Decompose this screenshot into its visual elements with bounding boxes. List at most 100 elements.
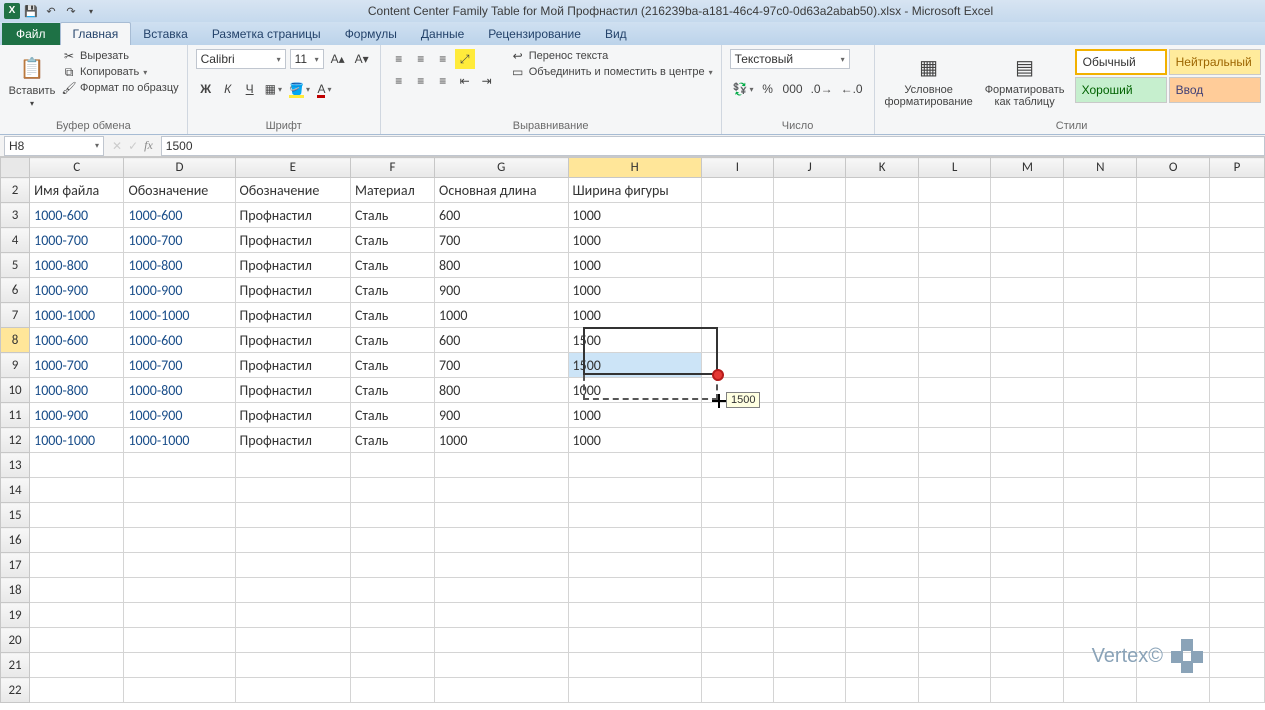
- cell[interactable]: [435, 528, 568, 553]
- cell[interactable]: [351, 578, 435, 603]
- row-header[interactable]: 21: [1, 653, 30, 678]
- paste-button[interactable]: 📋 Вставить ▾: [8, 49, 56, 113]
- cell[interactable]: [435, 453, 568, 478]
- cell[interactable]: Профнастил: [235, 253, 351, 278]
- row-header[interactable]: 2: [1, 178, 30, 203]
- cell[interactable]: [235, 628, 351, 653]
- font-size-select[interactable]: 11▾: [290, 49, 324, 69]
- cell[interactable]: [1210, 403, 1265, 428]
- cell[interactable]: [1064, 178, 1137, 203]
- cell[interactable]: [701, 453, 773, 478]
- cell[interactable]: 1000: [568, 253, 701, 278]
- cell[interactable]: [1137, 353, 1210, 378]
- row-header[interactable]: 17: [1, 553, 30, 578]
- cell[interactable]: [774, 203, 846, 228]
- column-header[interactable]: H: [568, 158, 701, 178]
- cell[interactable]: Имя файла: [30, 178, 124, 203]
- cell[interactable]: [991, 253, 1064, 278]
- cell[interactable]: [918, 603, 990, 628]
- cell[interactable]: [1137, 578, 1210, 603]
- cell[interactable]: [1064, 303, 1137, 328]
- cell[interactable]: [1064, 553, 1137, 578]
- cell[interactable]: Сталь: [351, 203, 435, 228]
- style-normal[interactable]: Обычный: [1075, 49, 1167, 75]
- cell[interactable]: [774, 503, 846, 528]
- cell[interactable]: [1137, 453, 1210, 478]
- cell[interactable]: [568, 528, 701, 553]
- cut-button[interactable]: ✂Вырезать: [62, 49, 179, 63]
- cell[interactable]: [30, 603, 124, 628]
- cell[interactable]: [1210, 303, 1265, 328]
- cell[interactable]: 1000: [435, 428, 568, 453]
- cell[interactable]: [568, 653, 701, 678]
- cell[interactable]: 1000: [568, 278, 701, 303]
- cell[interactable]: [991, 303, 1064, 328]
- cell[interactable]: [1137, 253, 1210, 278]
- cell[interactable]: [435, 653, 568, 678]
- cell[interactable]: [774, 653, 846, 678]
- cell[interactable]: 1000-600: [124, 328, 235, 353]
- cell[interactable]: 1000: [568, 203, 701, 228]
- cell[interactable]: [435, 578, 568, 603]
- cell[interactable]: [124, 528, 235, 553]
- cell[interactable]: [1064, 528, 1137, 553]
- cell[interactable]: [568, 578, 701, 603]
- cell[interactable]: 700: [435, 228, 568, 253]
- cell[interactable]: [774, 453, 846, 478]
- number-format-select[interactable]: Текстовый▾: [730, 49, 850, 69]
- cell[interactable]: 1500: [568, 353, 701, 378]
- cell[interactable]: [124, 628, 235, 653]
- cell[interactable]: [991, 578, 1064, 603]
- cell[interactable]: [124, 453, 235, 478]
- cell[interactable]: [918, 303, 990, 328]
- cell[interactable]: [435, 603, 568, 628]
- cell[interactable]: Профнастил: [235, 303, 351, 328]
- cell[interactable]: [435, 478, 568, 503]
- fx-icon[interactable]: fx: [144, 138, 153, 153]
- decrease-indent-button[interactable]: ⇤: [455, 71, 475, 91]
- cell[interactable]: [351, 653, 435, 678]
- tab-file[interactable]: Файл: [2, 23, 60, 45]
- qat-customize-icon[interactable]: ▾: [82, 2, 100, 20]
- cell[interactable]: [30, 453, 124, 478]
- cell[interactable]: 1000-700: [30, 228, 124, 253]
- cell[interactable]: [1137, 328, 1210, 353]
- row-header[interactable]: 5: [1, 253, 30, 278]
- cell[interactable]: [1137, 653, 1210, 678]
- column-header[interactable]: F: [351, 158, 435, 178]
- cell[interactable]: [235, 603, 351, 628]
- copy-button[interactable]: ⧉Копировать▾: [62, 65, 179, 79]
- align-middle-button[interactable]: ≡: [411, 49, 431, 69]
- cell[interactable]: [30, 553, 124, 578]
- cell[interactable]: [435, 553, 568, 578]
- row-header[interactable]: 14: [1, 478, 30, 503]
- cell[interactable]: [991, 353, 1064, 378]
- cell[interactable]: 1000: [568, 303, 701, 328]
- style-input[interactable]: Ввод: [1169, 77, 1261, 103]
- cell[interactable]: [568, 478, 701, 503]
- cell[interactable]: [235, 653, 351, 678]
- column-header[interactable]: C: [30, 158, 124, 178]
- cell[interactable]: Профнастил: [235, 203, 351, 228]
- cell[interactable]: Сталь: [351, 428, 435, 453]
- cell[interactable]: [991, 628, 1064, 653]
- cell[interactable]: [1064, 328, 1137, 353]
- cell[interactable]: [774, 178, 846, 203]
- cell[interactable]: [1064, 628, 1137, 653]
- cell[interactable]: [991, 328, 1064, 353]
- cell[interactable]: [918, 178, 990, 203]
- cell[interactable]: [918, 528, 990, 553]
- cell[interactable]: [701, 578, 773, 603]
- tab-home[interactable]: Главная: [60, 22, 132, 45]
- cell[interactable]: 1000-800: [124, 253, 235, 278]
- cell[interactable]: [774, 478, 846, 503]
- cell[interactable]: [1210, 353, 1265, 378]
- cell[interactable]: [30, 628, 124, 653]
- align-bottom-button[interactable]: ≡: [433, 49, 453, 69]
- cell[interactable]: [1137, 203, 1210, 228]
- merge-center-button[interactable]: ▭Объединить и поместить в центре▾: [511, 65, 713, 79]
- cell[interactable]: [991, 403, 1064, 428]
- redo-icon[interactable]: ↷: [62, 2, 80, 20]
- orientation-button[interactable]: ⤢: [455, 49, 475, 69]
- cell[interactable]: [846, 353, 919, 378]
